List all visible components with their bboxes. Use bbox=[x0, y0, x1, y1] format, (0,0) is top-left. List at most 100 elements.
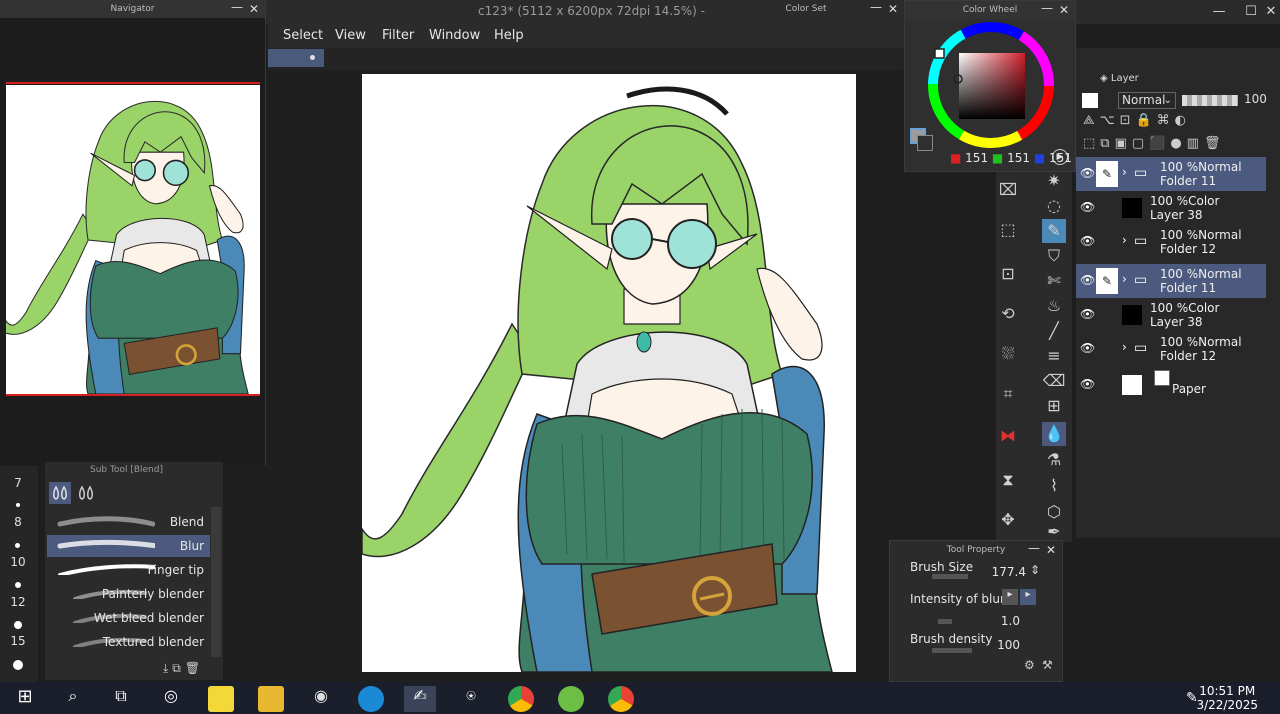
eye-icon[interactable]: 👁 bbox=[1080, 273, 1095, 287]
wrench-icon[interactable]: ⚒ bbox=[1042, 658, 1053, 672]
grid-icon[interactable]: ⊞ bbox=[1042, 394, 1066, 418]
panel-minimize-icon[interactable]: — bbox=[1028, 539, 1040, 557]
transform-icon[interactable]: ⊡ bbox=[996, 262, 1020, 286]
option-selected-icon[interactable]: ▸ bbox=[1020, 589, 1036, 605]
camera-icon[interactable]: ⌧ bbox=[996, 178, 1020, 202]
sub-tool-item[interactable]: Finger tip bbox=[47, 559, 210, 581]
airbrush-icon[interactable]: ♨ bbox=[1042, 294, 1066, 318]
task-view-icon[interactable]: ⧉ bbox=[108, 686, 134, 712]
menu-help[interactable]: Help bbox=[494, 28, 524, 43]
layer-row[interactable]: 👁 Paper bbox=[1076, 368, 1266, 402]
clip-studio-icon[interactable]: ✍ bbox=[404, 686, 436, 712]
sub-tool-item[interactable]: Painterly blender bbox=[47, 583, 210, 605]
eye-icon[interactable]: 👁 bbox=[1080, 341, 1095, 355]
lasso-icon[interactable]: ◌ bbox=[1042, 194, 1066, 218]
panel-close-icon[interactable]: ✕ bbox=[888, 0, 898, 18]
sub-tool-footer-icons[interactable]: ⤓⧉🗑 bbox=[163, 661, 223, 677]
file-explorer-icon[interactable] bbox=[258, 686, 284, 712]
eraser-icon[interactable]: ⌫ bbox=[1042, 369, 1066, 393]
menu-filter[interactable]: Filter bbox=[382, 28, 414, 43]
minimize-button[interactable]: — bbox=[1210, 3, 1228, 21]
sub-tool-item[interactable]: Wet bleed blender bbox=[47, 607, 210, 629]
search-icon[interactable]: ⌕ bbox=[60, 686, 86, 712]
clock[interactable]: 10:51 PM 3/22/2025 bbox=[1196, 684, 1258, 712]
layer-row[interactable]: 👁 ✎ › ▭ 100 %Normal Folder 11 bbox=[1076, 264, 1266, 298]
density-value[interactable]: 100 bbox=[986, 638, 1020, 652]
sticky-notes-icon[interactable] bbox=[208, 686, 234, 712]
text-icon[interactable]: ⚗ bbox=[1042, 448, 1066, 472]
stepper-icon[interactable]: ⇕ bbox=[1030, 563, 1040, 577]
pencil-icon[interactable]: ✎ bbox=[1096, 161, 1118, 187]
menu-select[interactable]: Select bbox=[283, 28, 323, 43]
mesh-icon[interactable]: ⌗ bbox=[996, 382, 1020, 406]
density-slider[interactable] bbox=[932, 648, 972, 653]
ruler-icon[interactable]: ⌇ bbox=[1042, 474, 1066, 498]
sub-tool-scrollbar[interactable] bbox=[211, 507, 221, 657]
hue-ring[interactable] bbox=[925, 19, 1057, 151]
windows-start-icon[interactable]: ⊞ bbox=[12, 686, 38, 712]
hatch-icon[interactable]: ≡ bbox=[1042, 344, 1066, 368]
blend-tool-icon[interactable]: 💧 bbox=[1042, 422, 1066, 446]
chevron-right-icon[interactable]: › bbox=[1122, 233, 1127, 247]
opacity-slider[interactable] bbox=[1182, 95, 1238, 106]
brush-size-15[interactable]: 15 bbox=[0, 634, 36, 648]
panel-minimize-icon[interactable]: — bbox=[1041, 0, 1053, 17]
panel-minimize-icon[interactable]: — bbox=[870, 0, 882, 16]
eye-icon[interactable]: 👁 bbox=[1080, 200, 1095, 214]
blend-alt-icon[interactable] bbox=[75, 482, 97, 504]
fill-icon[interactable]: ⛉ bbox=[1042, 244, 1066, 268]
pencil-icon[interactable]: ✎ bbox=[1096, 268, 1118, 294]
sub-color-swatch[interactable] bbox=[917, 135, 933, 151]
drawing-canvas[interactable] bbox=[362, 74, 856, 672]
pen-icon[interactable]: ✎ bbox=[1042, 219, 1066, 243]
menu-view[interactable]: View bbox=[335, 28, 366, 43]
layer-tab[interactable]: ◈ Layer bbox=[1100, 73, 1139, 84]
wand-icon[interactable]: ✷ bbox=[1042, 169, 1066, 193]
sub-tool-item[interactable]: Textured blender bbox=[47, 631, 210, 653]
brush-size-12[interactable]: 12 bbox=[0, 595, 36, 609]
option-icon[interactable]: ▸ bbox=[1002, 589, 1018, 605]
menu-window[interactable]: Window bbox=[429, 28, 480, 43]
layer-row[interactable]: 👁 ✎ › ▭ 100 %Normal Folder 11 bbox=[1076, 157, 1266, 191]
3d-icon[interactable]: ⬡ bbox=[1042, 500, 1066, 524]
brush-size-7[interactable]: 7 bbox=[0, 476, 36, 490]
panel-close-icon[interactable]: ✕ bbox=[249, 0, 259, 18]
panel-close-icon[interactable]: ✕ bbox=[1046, 541, 1056, 559]
intensity-value[interactable]: 1.0 bbox=[986, 614, 1020, 628]
chrome-icon[interactable] bbox=[508, 686, 534, 712]
chrome-profile-icon[interactable] bbox=[608, 686, 634, 712]
layer-toolbar-icons[interactable]: ⟁⌥⊡🔒⌘◐ bbox=[1083, 113, 1279, 131]
brush-size-8[interactable]: 8 bbox=[0, 515, 36, 529]
eye-icon[interactable]: 👁 bbox=[1080, 307, 1095, 321]
close-button[interactable]: ✕ bbox=[1262, 3, 1280, 21]
move-icon[interactable]: ✥ bbox=[996, 508, 1020, 532]
app-icon[interactable]: ⍟ bbox=[458, 686, 484, 712]
layer-row[interactable]: 👁 › ▭ 100 %Normal Folder 12 bbox=[1076, 225, 1266, 259]
app-icon[interactable] bbox=[558, 686, 584, 712]
layer-color-swatch[interactable] bbox=[1082, 93, 1098, 108]
brush-size-value[interactable]: 177.4 bbox=[986, 565, 1026, 579]
flip-icon[interactable]: ⧓ bbox=[996, 424, 1020, 448]
brush-size-slider[interactable] bbox=[932, 574, 968, 579]
blend-group-icon[interactable] bbox=[49, 482, 71, 504]
sub-tool-item-selected[interactable]: Blur bbox=[47, 535, 210, 557]
sub-tool-item[interactable]: Blend bbox=[47, 511, 210, 533]
line-icon[interactable]: ╱ bbox=[1042, 319, 1066, 343]
chevron-right-icon[interactable]: › bbox=[1122, 340, 1127, 354]
eye-icon[interactable]: 👁 bbox=[1080, 234, 1095, 248]
layer-action-icons[interactable]: ⬚⧉▣▢⬛●▥🗑 bbox=[1083, 136, 1279, 154]
app-icon[interactable]: ◉ bbox=[308, 686, 334, 712]
eye-icon[interactable]: 👁 bbox=[1080, 377, 1095, 391]
chevron-right-icon[interactable]: › bbox=[1122, 272, 1127, 286]
app-icon[interactable]: ◎ bbox=[158, 686, 184, 712]
panel-minimize-icon[interactable]: — bbox=[231, 0, 243, 16]
eye-icon[interactable]: 👁 bbox=[1080, 166, 1095, 180]
brush-icon[interactable]: ✄ bbox=[1042, 269, 1066, 293]
chevron-right-icon[interactable]: › bbox=[1122, 165, 1127, 179]
settings-icon[interactable]: ⚙ bbox=[1024, 658, 1035, 672]
brush-size-10[interactable]: 10 bbox=[0, 555, 36, 569]
edge-icon[interactable] bbox=[358, 686, 384, 712]
rotate-icon[interactable]: ⟲ bbox=[996, 302, 1020, 326]
bucket-icon[interactable]: ⛆ bbox=[996, 342, 1020, 366]
layer-row[interactable]: 👁 › ▭ 100 %Normal Folder 12 bbox=[1076, 332, 1266, 366]
